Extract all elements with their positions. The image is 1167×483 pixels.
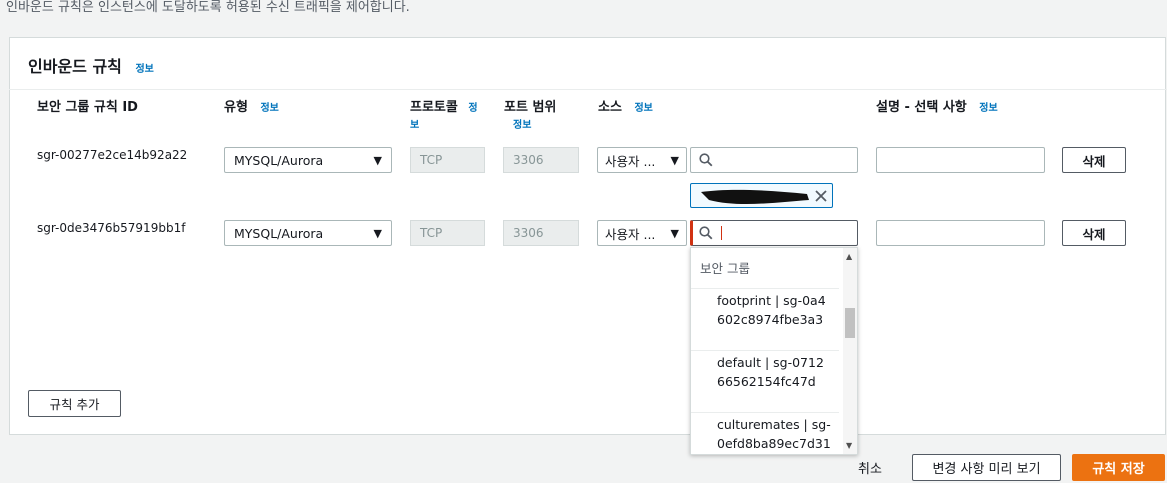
dropdown-option[interactable]: culturemates | sg-0efd8ba89ec7d314 xyxy=(691,412,839,454)
divider xyxy=(9,89,1167,90)
close-icon[interactable] xyxy=(815,190,827,202)
caret-down-icon: ▼ xyxy=(670,153,679,167)
type-info-link[interactable]: 정보 xyxy=(260,103,278,114)
cancel-button[interactable]: 취소 xyxy=(858,458,882,477)
source-info-link[interactable]: 정보 xyxy=(634,103,652,114)
panel-title-text: 인바운드 규칙 xyxy=(28,57,122,76)
source-search-input[interactable] xyxy=(690,147,858,173)
port-field: 3306 xyxy=(503,220,579,246)
description-input[interactable] xyxy=(876,147,1045,173)
text-cursor xyxy=(721,226,722,240)
source-search-input[interactable] xyxy=(690,220,858,246)
description-info-link[interactable]: 정보 xyxy=(979,103,997,114)
scroll-down-icon[interactable]: ▼ xyxy=(846,441,852,450)
search-icon xyxy=(699,226,713,240)
dropdown-scrollbar[interactable]: ▲ ▼ xyxy=(843,248,857,454)
save-rules-button[interactable]: 규칙 저장 xyxy=(1072,454,1165,481)
source-type-value: 사용자 ... xyxy=(605,226,656,242)
col-rule-id: 보안 그룹 규칙 ID xyxy=(37,100,138,115)
protocol-field: TCP xyxy=(410,147,485,173)
col-description: 설명 - 선택 사항 정보 xyxy=(876,96,998,115)
type-select[interactable]: MYSQL/Aurora ▼ xyxy=(224,147,392,173)
col-type-label: 유형 xyxy=(224,100,248,115)
col-source-label: 소스 xyxy=(598,100,622,115)
scroll-up-icon[interactable]: ▲ xyxy=(846,252,852,261)
type-select[interactable]: MYSQL/Aurora ▼ xyxy=(224,220,392,246)
col-port: 포트 범위 xyxy=(504,100,557,115)
protocol-info-link-2[interactable]: 보 xyxy=(410,116,419,131)
panel-title: 인바운드 규칙 정보 xyxy=(28,53,154,77)
rule-id: sgr-00277e2ce14b92a22 xyxy=(37,148,188,162)
col-type: 유형 정보 xyxy=(224,96,279,115)
type-select-value: MYSQL/Aurora xyxy=(234,225,324,241)
port-info-link[interactable]: 정보 xyxy=(513,116,531,131)
source-type-select[interactable]: 사용자 ... ▼ xyxy=(597,220,687,246)
caret-down-icon: ▼ xyxy=(670,226,679,240)
type-select-value: MYSQL/Aurora xyxy=(234,152,324,168)
protocol-info-link-1[interactable]: 정 xyxy=(468,103,477,114)
protocol-field: TCP xyxy=(410,220,485,246)
col-source: 소스 정보 xyxy=(598,96,653,115)
col-description-label: 설명 - 선택 사항 xyxy=(876,100,967,115)
delete-button[interactable]: 삭제 xyxy=(1062,147,1126,173)
dropdown-option[interactable]: default | sg-071266562154fc47d xyxy=(691,350,839,412)
col-protocol: 프로토콜 정 xyxy=(410,96,478,115)
redaction-mark xyxy=(701,189,809,205)
intro-text: 인바운드 규칙은 인스턴스에 도달하도록 허용된 수신 트래픽을 제어합니다. xyxy=(6,0,410,15)
col-protocol-label: 프로토콜 xyxy=(410,100,458,115)
dropdown-option[interactable]: footprint | sg-0a4602c8974fbe3a3 xyxy=(691,288,839,350)
description-input[interactable] xyxy=(876,220,1045,246)
info-link[interactable]: 정보 xyxy=(135,64,153,75)
dropdown-group-label: 보안 그룹 xyxy=(700,261,750,276)
rule-id: sgr-0de3476b57919bb1f xyxy=(37,221,186,235)
caret-down-icon: ▼ xyxy=(373,153,382,167)
caret-down-icon: ▼ xyxy=(373,226,382,240)
source-type-select[interactable]: 사용자 ... ▼ xyxy=(597,147,687,173)
add-rule-button[interactable]: 규칙 추가 xyxy=(28,390,121,417)
scrollbar-thumb[interactable] xyxy=(845,308,855,338)
delete-button[interactable]: 삭제 xyxy=(1062,220,1126,246)
security-group-dropdown: 보안 그룹 footprint | sg-0a4602c8974fbe3a3 d… xyxy=(690,247,858,455)
port-field: 3306 xyxy=(503,147,579,173)
preview-changes-button[interactable]: 변경 사항 미리 보기 xyxy=(912,454,1061,481)
search-icon xyxy=(699,153,713,167)
source-type-value: 사용자 ... xyxy=(605,153,656,169)
selected-source-token xyxy=(690,183,833,208)
